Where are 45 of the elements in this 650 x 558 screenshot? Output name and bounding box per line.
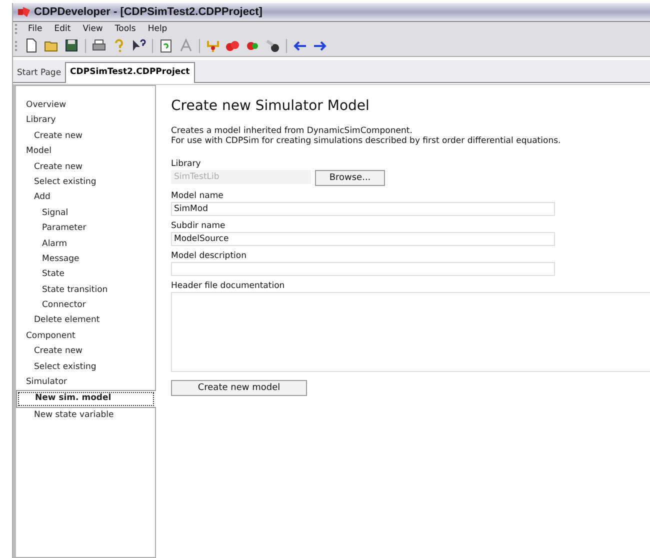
sidebar-item[interactable]: Overview bbox=[16, 98, 155, 114]
sidebar-item[interactable]: Signal bbox=[16, 206, 155, 222]
menu-item[interactable]: Tools bbox=[110, 24, 140, 34]
menu-item[interactable]: Edit bbox=[50, 24, 75, 34]
sidebar-item[interactable]: Connector bbox=[16, 298, 155, 314]
sidebar-item[interactable]: State bbox=[16, 267, 155, 283]
field-label: Model name bbox=[171, 191, 224, 202]
field-label: Header file documentation bbox=[171, 281, 285, 292]
tab[interactable]: Start Page bbox=[13, 64, 66, 82]
menu-item[interactable]: File bbox=[24, 24, 46, 34]
save-icon[interactable] bbox=[64, 38, 80, 54]
sidebar-item[interactable]: Delete element bbox=[16, 313, 155, 329]
sidebar-item[interactable]: Alarm bbox=[16, 236, 155, 252]
sidebar-item[interactable]: Component bbox=[16, 328, 155, 344]
input-field[interactable]: ModelSource bbox=[171, 232, 555, 246]
sidebar-item[interactable]: Create new bbox=[16, 128, 155, 144]
sidebar-item[interactable]: Library bbox=[16, 113, 155, 129]
sidebar-item[interactable]: Parameter bbox=[16, 221, 155, 237]
sidebar-item[interactable]: Model bbox=[16, 144, 155, 160]
sidebar-item[interactable]: Create new bbox=[16, 160, 155, 175]
description-text: For use with CDPSim for creating simulations described by first order differential equations. bbox=[171, 136, 561, 146]
field-label: Subdir name bbox=[171, 221, 226, 232]
refresh-page-icon[interactable] bbox=[158, 38, 174, 54]
field-label: Library bbox=[171, 159, 201, 170]
menu-item[interactable]: Help bbox=[144, 24, 172, 34]
input-field[interactable]: SimMod bbox=[171, 202, 555, 216]
sidebar-item[interactable]: State transition bbox=[16, 282, 155, 298]
menu-item[interactable]: View bbox=[78, 24, 107, 34]
app-icon bbox=[17, 6, 31, 18]
tab[interactable]: CDPSimTest2.CDPProject bbox=[65, 62, 195, 83]
description-text: Creates a model inherited from DynamicSimComponent. bbox=[171, 126, 414, 136]
create-model-button[interactable]: Create new model bbox=[171, 380, 307, 396]
input-field[interactable] bbox=[171, 262, 555, 276]
sidebar-item[interactable]: Message bbox=[16, 252, 155, 268]
sidebar-item[interactable]: Add bbox=[16, 190, 155, 206]
blob-cluster-icon[interactable] bbox=[225, 38, 241, 54]
sidebar-item[interactable]: New state variable bbox=[16, 408, 155, 424]
sidebar-item[interactable]: Create new bbox=[16, 344, 155, 360]
sidebar-item[interactable]: New sim. model bbox=[16, 390, 156, 408]
field-label: Model description bbox=[171, 251, 246, 262]
window-title: CDPDeveloper - [CDPSimTest2.CDPProject] bbox=[34, 6, 262, 18]
sidebar-item[interactable]: Simulator bbox=[16, 375, 155, 390]
sidebar-item[interactable]: Select existing bbox=[16, 360, 155, 376]
page-heading: Create new Simulator Model bbox=[171, 98, 370, 114]
sidebar-item[interactable]: Select existing bbox=[16, 174, 155, 190]
